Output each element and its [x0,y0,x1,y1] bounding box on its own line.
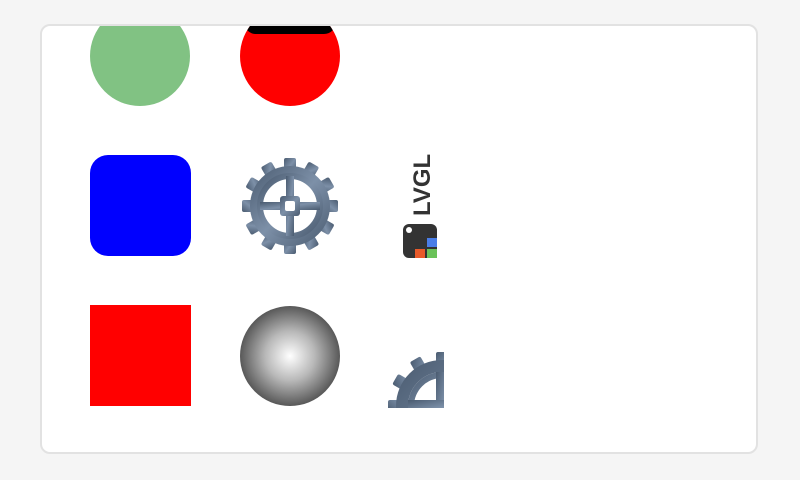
red-square [90,305,191,406]
red-black-blue-circle [240,26,340,106]
radial-gradient-ball [240,306,340,406]
gear-icon [242,158,338,254]
blue-rounded-square [90,155,191,256]
green-circle [90,26,190,106]
lvgl-logo-text: LVGL [409,154,436,216]
lvgl-logo-icon: LVGL [403,154,437,258]
gear-corner-icon [388,352,444,408]
demo-panel: LVGL [40,24,758,454]
